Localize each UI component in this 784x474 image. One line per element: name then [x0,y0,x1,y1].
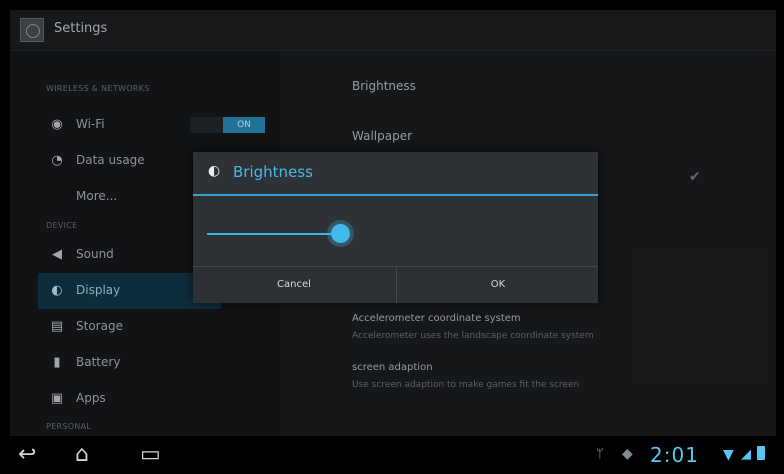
wifi-icon: ▼ [723,447,734,463]
brightness-slider-track[interactable] [207,233,347,235]
dialog-button-bar: Cancel OK [193,266,598,303]
battery-icon [757,446,765,460]
screen: Settings WIRELESS & NETWORKS ◉ Wi-Fi ON … [10,10,776,436]
dialog-title: Brightness [233,163,313,181]
usb-icon: ᛘ [596,447,604,462]
signal-icon: ◢ [741,447,751,462]
system-navigation-bar: ↩ ⌂ ▭ ᛘ ◆ 2:01 ▼ ◢ [10,436,776,474]
cancel-button[interactable]: Cancel [193,267,395,303]
ok-button[interactable]: OK [396,267,599,303]
recent-apps-icon[interactable]: ▭ [140,444,161,466]
back-icon[interactable]: ↩ [18,444,36,466]
brightness-icon: ◐ [208,163,221,179]
device-frame: Settings WIRELESS & NETWORKS ◉ Wi-Fi ON … [0,0,784,474]
clock[interactable]: 2:01 [650,443,699,467]
brightness-slider-thumb[interactable] [331,224,350,243]
dialog-title-bar: ◐ Brightness [193,152,598,196]
brightness-dialog: ◐ Brightness Cancel OK [193,152,598,303]
home-icon[interactable]: ⌂ [75,444,89,466]
android-icon: ◆ [622,446,633,462]
